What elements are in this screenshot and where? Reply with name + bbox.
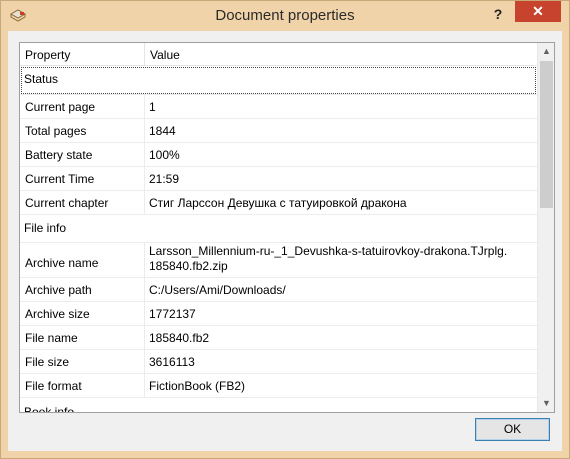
property-cell: File format: [25, 379, 82, 393]
property-cell: Current Time: [25, 172, 95, 186]
table-row[interactable]: Archive path C:/Users/Ami/Downloads/: [20, 278, 537, 302]
column-divider: [144, 191, 145, 214]
chevron-up-icon[interactable]: ▲: [538, 43, 554, 60]
column-divider: [144, 95, 145, 118]
table-row[interactable]: Battery state 100%: [20, 143, 537, 167]
value-cell: 100%: [149, 148, 180, 162]
table-rows: Status Current page 1 Total pages 1844 Batter…: [20, 66, 537, 413]
value-cell: FictionBook (FB2): [149, 379, 246, 393]
table-row[interactable]: File format FictionBook (FB2): [20, 374, 537, 398]
section-row[interactable]: File info: [20, 215, 537, 243]
value-cell: Стиг Ларссон Девушка с татуировкой драко…: [149, 196, 407, 210]
property-cell: Archive name: [25, 256, 99, 270]
property-cell: Current page: [25, 100, 96, 114]
title-bar: Document properties ? ✕: [1, 1, 569, 31]
value-cell: C:/Users/Ami/Downloads/: [149, 283, 286, 297]
property-cell: File info: [24, 221, 67, 235]
ok-button[interactable]: OK: [475, 418, 550, 441]
column-divider: [144, 374, 145, 397]
value-cell: 1: [149, 100, 156, 114]
column-divider: [144, 243, 145, 277]
property-cell: Archive path: [25, 283, 92, 297]
section-row[interactable]: Status: [20, 66, 537, 95]
help-button[interactable]: ?: [487, 3, 509, 25]
table-row[interactable]: File name 185840.fb2: [20, 326, 537, 350]
header-property[interactable]: Property: [25, 48, 70, 62]
column-divider: [144, 302, 145, 325]
dialog-body: Property Value Status Current page 1 Total …: [8, 31, 562, 451]
value-cell: 185840.fb2: [149, 331, 210, 345]
table-row[interactable]: Current Time 21:59: [20, 167, 537, 191]
section-row[interactable]: Book info: [20, 398, 537, 413]
header-value[interactable]: Value: [150, 48, 180, 62]
window-title: Document properties: [215, 7, 355, 24]
table-row[interactable]: File size 3616113: [20, 350, 537, 374]
value-cell: Larsson_Millennium-ru-_1_Devushka-s-tatu…: [149, 244, 508, 273]
property-cell: Battery state: [25, 148, 93, 162]
properties-table: Property Value Status Current page 1 Total …: [19, 42, 555, 413]
table-row[interactable]: Current chapter Стиг Ларссон Девушка с та…: [20, 191, 537, 215]
table-row[interactable]: Current page 1: [20, 95, 537, 119]
close-button[interactable]: ✕: [515, 1, 561, 22]
document-properties-dialog: Document properties ? ✕ Property Value S…: [0, 0, 570, 459]
column-divider: [144, 326, 145, 349]
table-row[interactable]: Archive name Larsson_Millennium-ru-_1_Dev…: [20, 243, 537, 278]
table-row[interactable]: Archive size 1772137: [20, 302, 537, 326]
column-divider: [144, 278, 145, 301]
table-header: Property Value: [20, 43, 537, 66]
property-cell: Book info: [24, 405, 75, 413]
value-cell: 21:59: [149, 172, 180, 186]
table-row[interactable]: Total pages 1844: [20, 119, 537, 143]
property-cell: Status: [24, 72, 59, 86]
scrollbar-thumb[interactable]: [540, 61, 553, 208]
column-divider: [144, 350, 145, 373]
vertical-scrollbar[interactable]: ▲ ▼: [537, 43, 554, 412]
property-cell: File name: [25, 331, 78, 345]
header-divider[interactable]: [144, 43, 145, 65]
property-cell: Archive size: [25, 307, 90, 321]
property-cell: Current chapter: [25, 196, 109, 210]
value-cell: 3616113: [149, 355, 195, 369]
value-cell: 1844: [149, 124, 176, 138]
column-divider: [144, 167, 145, 190]
chevron-down-icon[interactable]: ▼: [538, 395, 554, 412]
column-divider: [144, 119, 145, 142]
property-cell: File size: [25, 355, 70, 369]
column-divider: [144, 143, 145, 166]
value-cell: 1772137: [149, 307, 196, 321]
property-cell: Total pages: [25, 124, 87, 138]
